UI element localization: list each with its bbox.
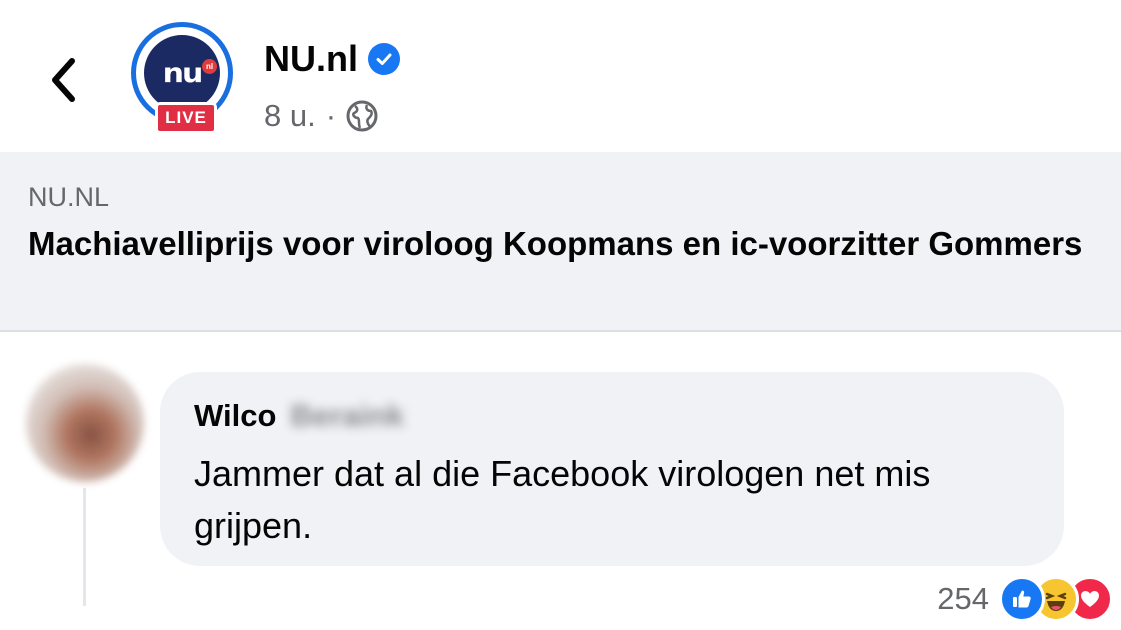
nu-logo-suffix: nl xyxy=(202,59,217,74)
nu-logo-text: nu xyxy=(162,57,204,89)
page-name[interactable]: NU.nl xyxy=(264,38,358,80)
globe-icon xyxy=(346,100,378,132)
page-avatar[interactable]: nu nl LIVE xyxy=(131,22,241,140)
post-time[interactable]: 8 u. xyxy=(264,98,316,134)
comment-bubble[interactable]: Wilco Beraink Jammer dat al die Facebook… xyxy=(160,372,1064,566)
comment-author-first-name: Wilco xyxy=(194,398,277,433)
reaction-count: 254 xyxy=(937,581,989,616)
comment-author-last-name-blurred: Beraink xyxy=(290,398,405,433)
thread-line xyxy=(83,488,86,606)
like-reaction-icon xyxy=(999,576,1045,622)
meta-separator: · xyxy=(325,98,337,133)
verified-badge-icon xyxy=(368,43,400,75)
live-badge: LIVE xyxy=(155,102,217,134)
link-domain: NU.NL xyxy=(28,182,110,212)
page-name-row: NU.nl xyxy=(264,38,400,80)
back-chevron-icon xyxy=(52,58,75,102)
nu-logo: nu nl xyxy=(144,35,220,111)
commenter-avatar[interactable] xyxy=(26,364,144,482)
reactions-summary[interactable]: 254 xyxy=(937,576,1113,622)
post-meta: 8 u. · xyxy=(264,98,378,134)
link-title: Machiavelliprijs voor viroloog Koopmans … xyxy=(28,225,1083,262)
comment-author[interactable]: Wilco Beraink xyxy=(194,398,404,434)
back-button[interactable] xyxy=(38,52,88,108)
comment-text: Jammer dat al die Facebook virologen net… xyxy=(194,453,931,546)
link-preview[interactable]: NU.NL Machiavelliprijs voor viroloog Koo… xyxy=(0,152,1121,332)
